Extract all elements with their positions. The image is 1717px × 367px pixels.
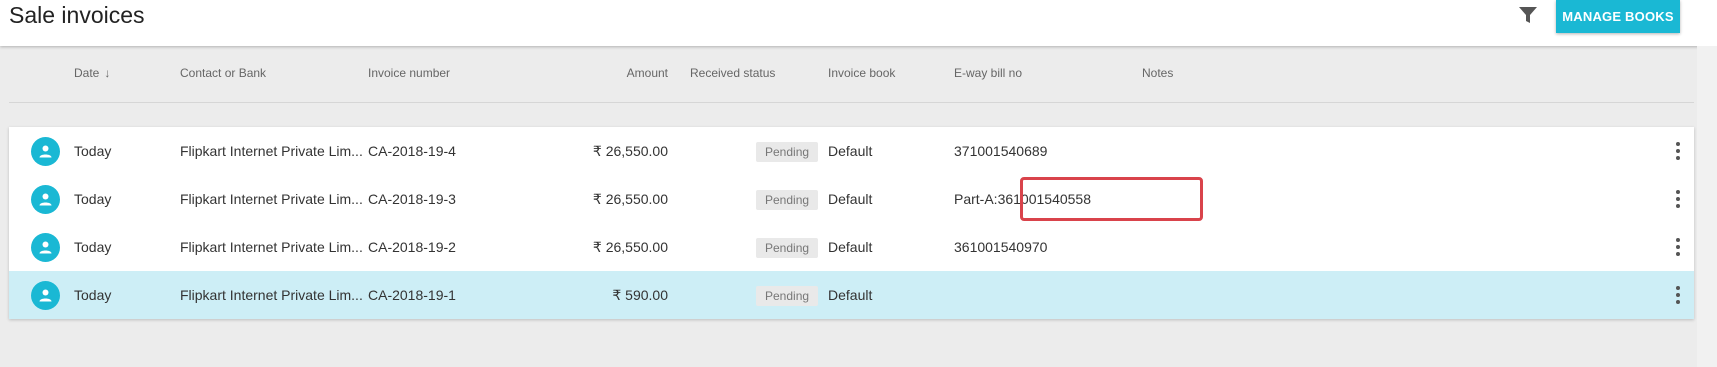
status-badge: Pending	[756, 190, 819, 210]
cell-amount: ₹ 26,550.00	[592, 143, 668, 159]
more-options-icon[interactable]	[1672, 188, 1684, 210]
table-row-selected[interactable]: Today Flipkart Internet Private Lim... C…	[9, 271, 1694, 319]
cell-invoice-number: CA-2018-19-1	[368, 287, 456, 303]
cell-contact: Flipkart Internet Private Lim...	[180, 143, 363, 159]
filter-icon[interactable]	[1517, 4, 1539, 26]
cell-date: Today	[74, 191, 112, 207]
more-options-icon[interactable]	[1672, 284, 1684, 306]
cell-contact: Flipkart Internet Private Lim...	[180, 239, 363, 255]
cell-eway-bill: 371001540689	[954, 143, 1048, 159]
contact-avatar-icon	[31, 281, 60, 310]
manage-books-button[interactable]: MANAGE BOOKS	[1556, 0, 1680, 33]
cell-invoice-number: CA-2018-19-4	[368, 143, 456, 159]
cell-contact: Flipkart Internet Private Lim...	[180, 191, 363, 207]
contact-avatar-icon	[31, 137, 60, 166]
cell-invoice-book: Default	[828, 143, 873, 159]
cell-invoice-number: CA-2018-19-3	[368, 191, 456, 207]
more-options-icon[interactable]	[1672, 236, 1684, 258]
cell-amount: ₹ 26,550.00	[592, 239, 668, 255]
page-title: Sale invoices	[9, 2, 145, 28]
invoice-table: Today Flipkart Internet Private Lim... C…	[9, 127, 1694, 319]
column-header-notes[interactable]: Notes	[1142, 66, 1173, 80]
cell-amount: ₹ 26,550.00	[592, 191, 668, 207]
annotation-highlight-box	[1020, 177, 1203, 221]
table-header: Date ↓ Contact or Bank Invoice number Amo…	[9, 46, 1694, 103]
cell-amount: ₹ 590.00	[612, 287, 668, 303]
arrow-down-icon[interactable]: ↓	[104, 66, 110, 80]
table-row[interactable]: Today Flipkart Internet Private Lim... C…	[9, 175, 1694, 223]
cell-contact: Flipkart Internet Private Lim...	[180, 287, 363, 303]
cell-date: Today	[74, 239, 112, 255]
top-bar: Sale invoices MANAGE BOOKS	[0, 0, 1717, 46]
status-badge: Pending	[756, 142, 819, 162]
table-row[interactable]: Today Flipkart Internet Private Lim... C…	[9, 223, 1694, 271]
more-options-icon[interactable]	[1672, 140, 1684, 162]
column-header-contact[interactable]: Contact or Bank	[180, 66, 266, 80]
column-header-amount[interactable]: Amount	[608, 66, 668, 80]
column-header-date[interactable]: Date ↓	[74, 66, 110, 80]
scrollbar[interactable]	[1697, 46, 1717, 367]
contact-avatar-icon	[31, 233, 60, 262]
cell-date: Today	[74, 143, 112, 159]
cell-invoice-book: Default	[828, 239, 873, 255]
cell-invoice-book: Default	[828, 287, 873, 303]
cell-invoice-book: Default	[828, 191, 873, 207]
cell-date: Today	[74, 287, 112, 303]
cell-eway-bill: 361001540970	[954, 239, 1048, 255]
table-row[interactable]: Today Flipkart Internet Private Lim... C…	[9, 127, 1694, 175]
column-header-received-status[interactable]: Received status	[690, 66, 775, 80]
column-header-date-label: Date	[74, 66, 100, 80]
contact-avatar-icon	[31, 185, 60, 214]
cell-invoice-number: CA-2018-19-2	[368, 239, 456, 255]
column-header-invoice-number[interactable]: Invoice number	[368, 66, 450, 80]
status-badge: Pending	[756, 286, 819, 306]
status-badge: Pending	[756, 238, 819, 258]
column-header-eway-bill[interactable]: E-way bill no	[954, 66, 1022, 80]
column-header-invoice-book[interactable]: Invoice book	[828, 66, 895, 80]
